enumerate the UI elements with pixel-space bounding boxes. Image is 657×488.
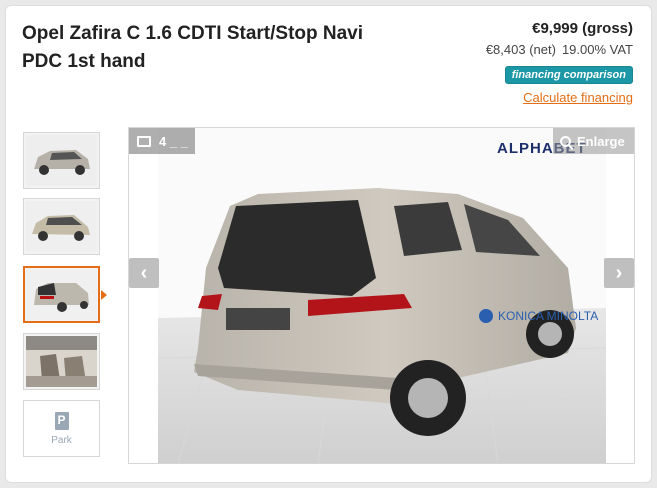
- financing-comparison-badge[interactable]: financing comparison: [504, 66, 633, 84]
- main-image[interactable]: KONICA MINOLTA 4 _ _ ALPHABET Enlarge ‹ …: [128, 127, 635, 464]
- listing-card: Opel Zafira C 1.6 CDTI Start/Stop Navi P…: [5, 5, 652, 483]
- price-net-line: €8,403 (net) 19.00% VAT: [486, 42, 633, 58]
- chevron-right-icon: ›: [615, 261, 623, 284]
- car-thumbnail-image: [26, 135, 97, 186]
- vat-rate: 19.00% VAT: [561, 42, 633, 57]
- car-rear-view-image: KONICA MINOLTA: [158, 128, 606, 463]
- enlarge-button[interactable]: Enlarge: [553, 128, 634, 154]
- enlarge-label: Enlarge: [577, 133, 625, 149]
- park-icon: P: [54, 411, 69, 430]
- svg-text:KONICA MINOLTA: KONICA MINOLTA: [498, 309, 598, 323]
- price-box: €9,999 (gross) €8,403 (net) 19.00% VAT fi…: [486, 20, 633, 105]
- next-image-button[interactable]: ›: [604, 258, 634, 288]
- thumbnail-3-selected[interactable]: [23, 266, 100, 323]
- selected-thumbnail-indicator: [101, 290, 107, 300]
- image-counter: 4 _ _: [129, 128, 195, 154]
- price-net: €8,403 (net): [485, 42, 556, 57]
- image-counter-text: 4 _ _: [159, 133, 188, 149]
- park-button[interactable]: P Park: [23, 400, 100, 457]
- listing-title: Opel Zafira C 1.6 CDTI Start/Stop Navi P…: [22, 23, 364, 72]
- park-label: Park: [51, 434, 72, 446]
- previous-image-button[interactable]: ‹: [129, 258, 159, 288]
- thumbnail-1[interactable]: [23, 132, 100, 189]
- thumbnail-4[interactable]: [23, 333, 100, 390]
- thumbnail-2[interactable]: [23, 198, 100, 255]
- car-thumbnail-image: [26, 269, 97, 320]
- car-thumbnail-image: [26, 201, 97, 252]
- magnifier-icon: [560, 135, 571, 147]
- chevron-left-icon: ‹: [140, 261, 148, 284]
- price-gross: €9,999 (gross): [532, 20, 633, 37]
- calculate-financing-link[interactable]: Calculate financing: [486, 90, 633, 105]
- interior-thumbnail-image: [26, 336, 97, 387]
- picture-icon: [137, 135, 151, 147]
